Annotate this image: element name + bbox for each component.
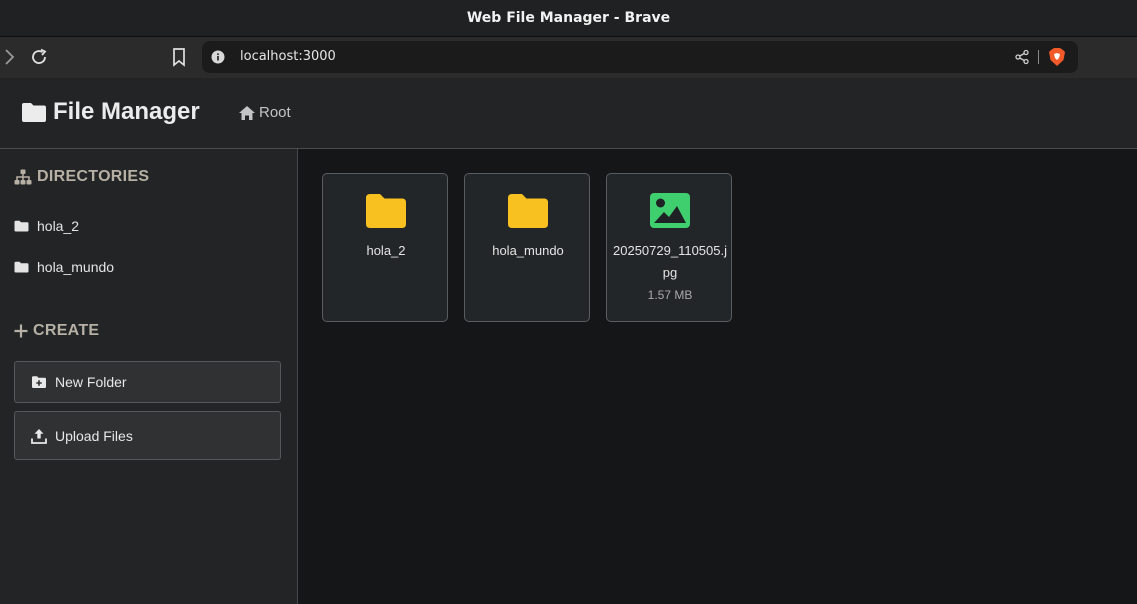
directories-heading: DIRECTORIES — [14, 168, 149, 186]
file-card-hola-mundo[interactable]: hola_mundo — [464, 173, 590, 322]
app-header: File Manager Root — [0, 78, 1137, 149]
plus-icon — [14, 324, 28, 338]
sidebar-item-label[interactable]: hola_mundo — [37, 259, 114, 275]
folder-icon — [508, 194, 548, 228]
sidebar: DIRECTORIES hola_2 hola_mundo CREATE New… — [0, 149, 298, 604]
file-name: hola_2 — [366, 243, 406, 258]
address-bar-divider — [1038, 50, 1039, 64]
folder-icon — [14, 220, 29, 232]
file-grid: hola_2 hola_mundo 20250729_110505.jpg 1.… — [299, 149, 1137, 604]
file-card-hola-2[interactable]: hola_2 — [322, 173, 448, 322]
new-folder-label[interactable]: New Folder — [55, 374, 127, 390]
upload-files-button[interactable]: Upload Files — [14, 411, 281, 460]
file-size: 1.57 MB — [647, 288, 693, 302]
home-icon — [239, 105, 255, 120]
folder-icon — [22, 103, 46, 122]
folder-icon — [366, 194, 406, 228]
sidebar-item-hola-mundo[interactable]: hola_mundo — [14, 259, 114, 275]
sitemap-icon — [14, 169, 32, 185]
bookmark-icon[interactable] — [170, 47, 188, 67]
reload-icon[interactable] — [29, 47, 49, 67]
create-heading: CREATE — [14, 322, 99, 340]
sidebar-item-label[interactable]: hola_2 — [37, 218, 79, 234]
site-info-icon[interactable] — [211, 50, 225, 64]
brave-shields-icon[interactable] — [1048, 47, 1066, 67]
address-bar[interactable]: localhost:3000 — [202, 41, 1078, 73]
upload-files-label[interactable]: Upload Files — [55, 428, 133, 444]
directories-heading-text: DIRECTORIES — [37, 168, 150, 185]
file-name: hola_mundo — [492, 243, 564, 258]
image-icon — [650, 193, 690, 228]
window-title: Web File Manager - Brave — [466, 10, 671, 26]
file-card-20250729-110505-jpg[interactable]: 20250729_110505.jpg 1.57 MB — [606, 173, 732, 322]
app-title-text: File Manager — [53, 98, 200, 125]
folder-plus-icon — [32, 376, 46, 388]
new-folder-button[interactable]: New Folder — [14, 361, 281, 403]
breadcrumb-root-label[interactable]: Root — [259, 104, 291, 121]
browser-toolbar: localhost:3000 — [0, 37, 1137, 78]
forward-icon[interactable] — [2, 48, 16, 66]
file-name: 20250729_110505.jpg — [613, 243, 727, 280]
breadcrumb-root[interactable]: Root — [238, 104, 291, 121]
url-text[interactable]: localhost:3000 — [240, 49, 336, 64]
folder-icon — [14, 261, 29, 273]
window-titlebar: Web File Manager - Brave — [0, 0, 1137, 37]
upload-icon — [31, 428, 47, 444]
create-heading-text: CREATE — [33, 322, 100, 339]
share-icon[interactable] — [1014, 49, 1030, 65]
sidebar-item-hola-2[interactable]: hola_2 — [14, 218, 79, 234]
app-title: File Manager — [21, 98, 200, 126]
